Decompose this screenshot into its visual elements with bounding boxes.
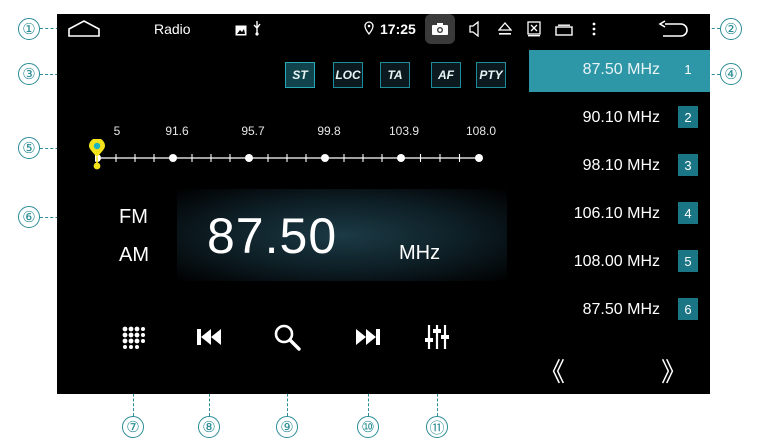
previous-station-button[interactable] xyxy=(191,319,227,355)
scale-label: 91.6 xyxy=(165,124,189,138)
preset-number: 5 xyxy=(678,250,698,272)
next-station-button[interactable] xyxy=(350,319,386,355)
callout-2: ② xyxy=(720,18,742,40)
location-icon xyxy=(364,21,374,40)
preset-number: 3 xyxy=(678,154,698,176)
more-options-icon[interactable] xyxy=(592,22,596,41)
tuning-scale[interactable]: 5 91.6 95.7 99.8 103.9 108.0 xyxy=(89,114,545,174)
skip-next-icon xyxy=(356,329,380,345)
preset-5[interactable]: 108.00 MHz 5 xyxy=(529,242,710,284)
callout-4: ④ xyxy=(720,63,742,85)
callout-10: ⑩ xyxy=(357,416,379,438)
preset-frequency: 87.50 MHz xyxy=(582,61,660,78)
toggle-loc[interactable]: LOC xyxy=(333,62,363,88)
screenshot-button[interactable] xyxy=(425,14,455,44)
frequency-unit: MHz xyxy=(399,242,441,264)
preset-next-page-button[interactable]: 》 xyxy=(661,352,687,389)
scale-major-dot xyxy=(321,154,329,162)
preset-4[interactable]: 106.10 MHz 4 xyxy=(529,194,710,236)
scale-label: 99.8 xyxy=(317,124,341,138)
preset-frequency: 87.50 MHz xyxy=(582,301,660,318)
scale-label: 95.7 xyxy=(241,124,265,138)
toggle-af[interactable]: AF xyxy=(431,62,461,88)
preset-frequency: 90.10 MHz xyxy=(582,109,660,126)
recent-apps-icon[interactable] xyxy=(555,23,573,41)
keypad-button[interactable] xyxy=(115,319,151,355)
callout-3: ③ xyxy=(18,63,40,85)
status-bar: Radio 17:25 xyxy=(57,14,710,44)
band-fm[interactable]: FM xyxy=(119,206,148,229)
close-window-icon[interactable] xyxy=(527,21,541,42)
equalizer-button[interactable] xyxy=(419,319,455,355)
tuning-marker-icon[interactable] xyxy=(87,139,107,171)
preset-number: 4 xyxy=(678,202,698,224)
callout-5: ⑤ xyxy=(18,137,40,159)
keypad-grid-icon xyxy=(122,326,145,349)
scale-label: 103.9 xyxy=(388,124,420,138)
scale-major-dot xyxy=(475,154,483,162)
callout-9: ⑨ xyxy=(276,416,298,438)
app-title: Radio xyxy=(154,21,191,37)
callout-11: ⑪ xyxy=(426,416,448,438)
scale-label: 5 xyxy=(113,124,121,138)
equalizer-icon xyxy=(425,325,449,349)
skip-previous-icon xyxy=(197,329,221,345)
toggle-pty[interactable]: PTY xyxy=(476,62,506,88)
callout-1: ① xyxy=(18,18,40,40)
usb-icon xyxy=(252,20,262,41)
home-icon[interactable] xyxy=(67,19,101,44)
preset-frequency: 98.10 MHz xyxy=(582,157,660,174)
preset-2[interactable]: 90.10 MHz 2 xyxy=(529,98,710,140)
clock: 17:25 xyxy=(380,21,416,37)
preset-frequency: 106.10 MHz xyxy=(573,205,660,222)
preset-number: 6 xyxy=(678,298,698,320)
preset-6[interactable]: 87.50 MHz 6 xyxy=(529,290,710,332)
preset-frequency: 108.00 MHz xyxy=(573,253,660,270)
toggle-ta[interactable]: TA xyxy=(380,62,410,88)
search-icon xyxy=(274,324,301,351)
scale-major-dot xyxy=(169,154,177,162)
radio-screen: Radio 17:25 ST LOC TA AF PTY 5 91.6 95.7… xyxy=(57,14,710,394)
callout-7: ⑦ xyxy=(122,416,144,438)
callout-6: ⑥ xyxy=(18,206,40,228)
eject-icon[interactable] xyxy=(497,22,513,41)
preset-1[interactable]: 87.50 MHz 1 xyxy=(529,50,710,92)
preset-3[interactable]: 98.10 MHz 3 xyxy=(529,146,710,188)
preset-prev-page-button[interactable]: 《 xyxy=(539,352,565,389)
toggle-st[interactable]: ST xyxy=(285,62,315,88)
callout-8: ⑧ xyxy=(198,416,220,438)
back-icon[interactable] xyxy=(657,20,689,43)
current-frequency: 87.50 xyxy=(207,208,338,264)
scale-label: 108.0 xyxy=(465,124,497,138)
volume-icon[interactable] xyxy=(469,20,481,42)
preset-number: 2 xyxy=(678,106,698,128)
preset-number: 1 xyxy=(684,61,692,77)
image-icon xyxy=(235,23,247,41)
scale-major-dot xyxy=(245,154,253,162)
scale-track xyxy=(95,154,483,162)
scale-major-dot xyxy=(397,154,405,162)
seek-button[interactable] xyxy=(269,319,305,355)
band-am[interactable]: AM xyxy=(119,244,149,267)
camera-icon xyxy=(432,23,448,35)
